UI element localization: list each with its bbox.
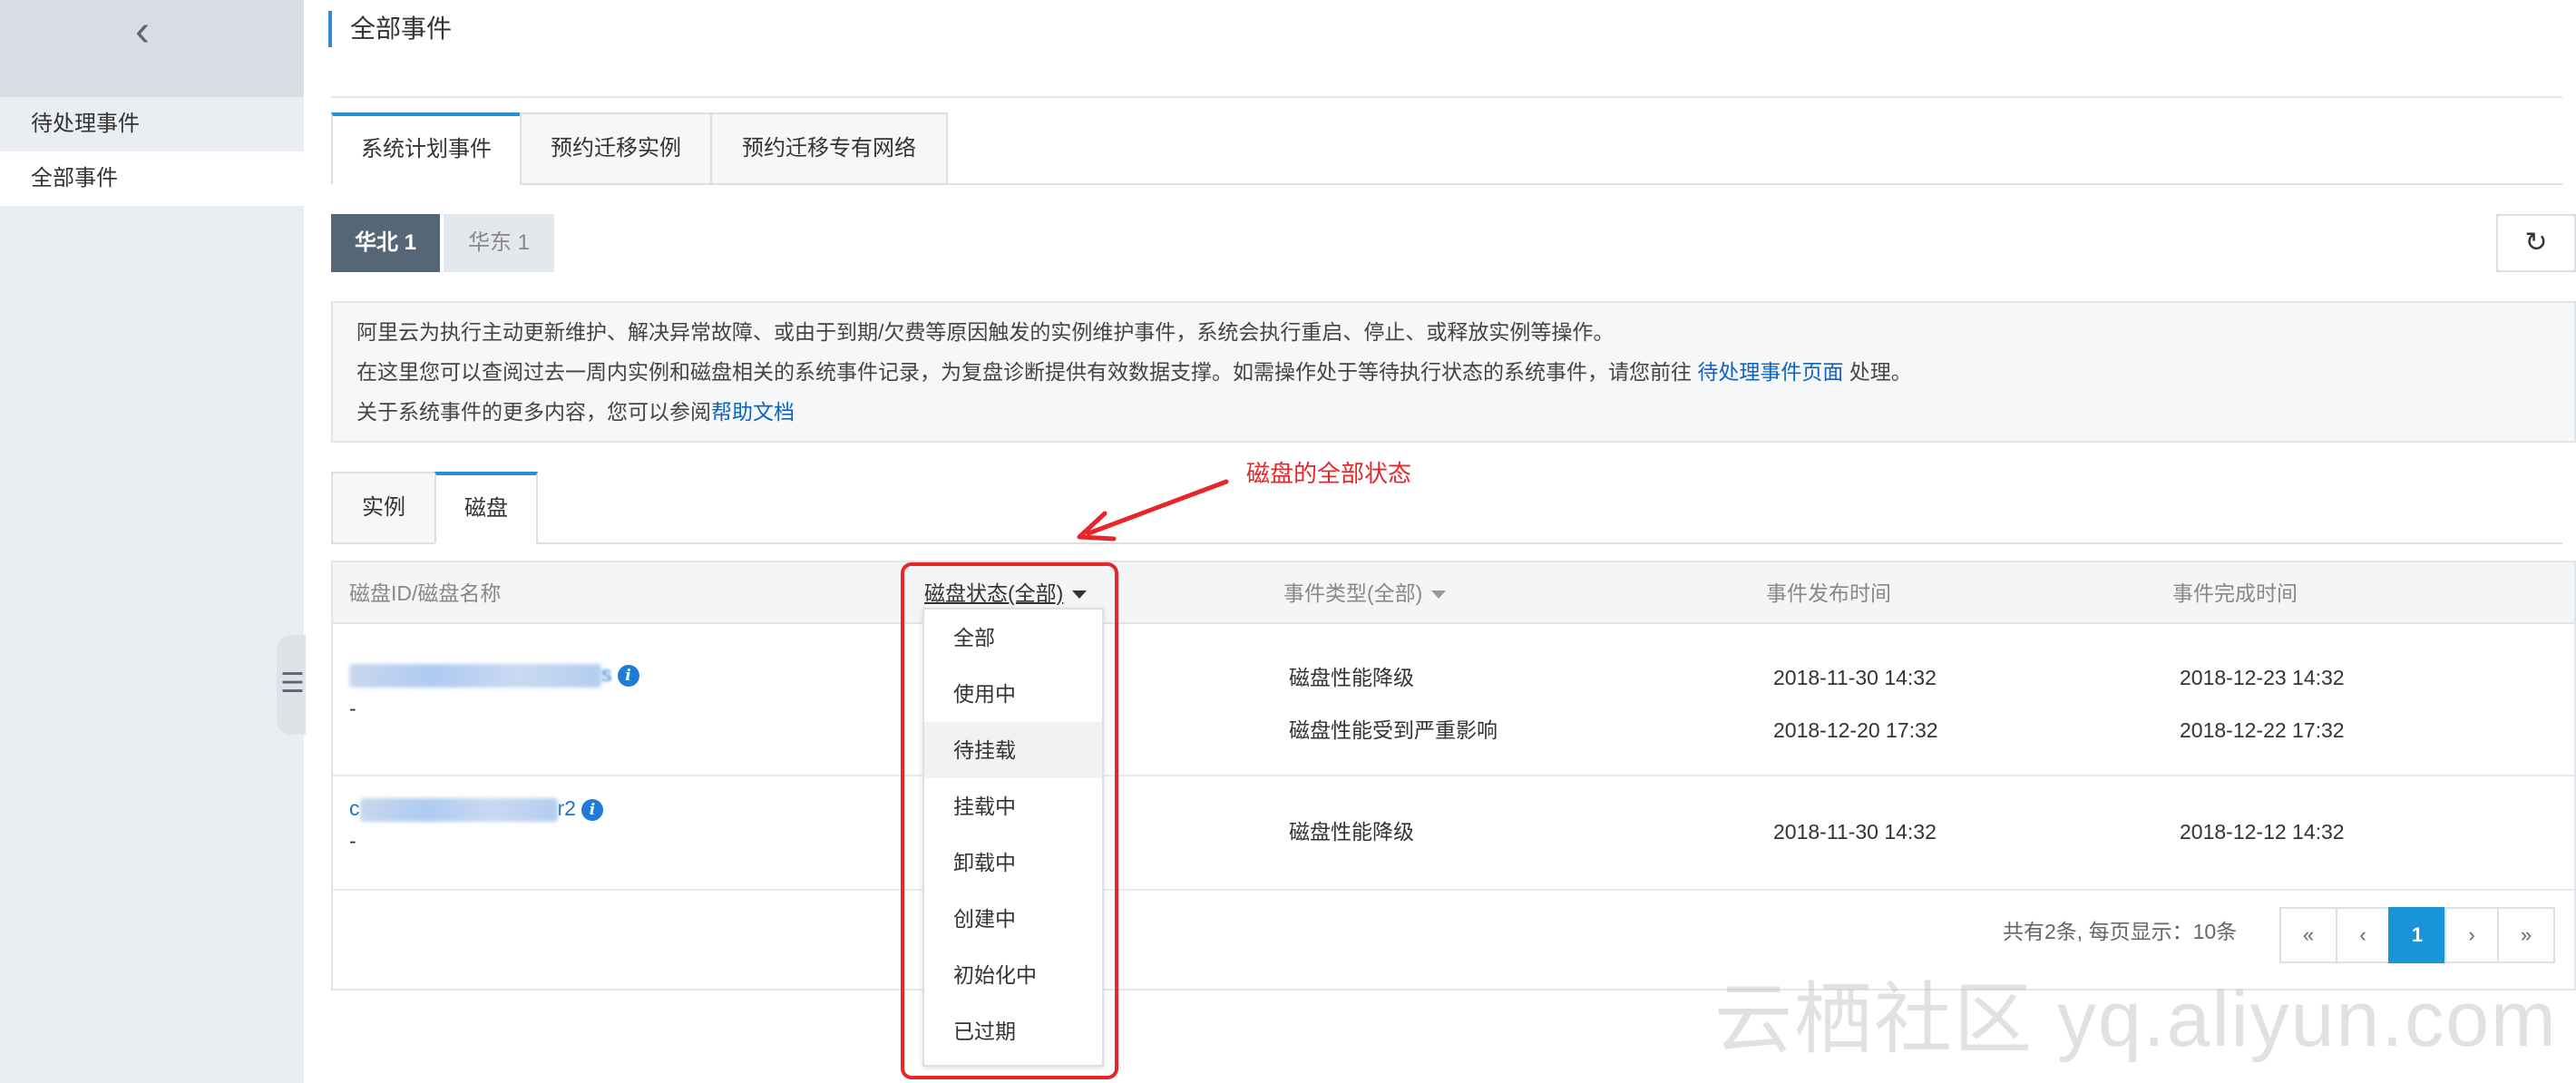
publish-time: 2018-11-30 14:32 xyxy=(1773,666,1937,689)
info-icon[interactable]: i xyxy=(617,664,639,687)
list-toggle-icon[interactable]: ☰ xyxy=(280,670,305,698)
pagination-page-button[interactable]: 1 xyxy=(2388,907,2446,963)
dropdown-option-available[interactable]: 待挂载 xyxy=(924,722,1102,778)
table-header: 磁盘ID/磁盘名称 磁盘状态(全部) 事件类型(全部) 事件发布时间 事件完成时… xyxy=(333,562,2574,624)
caret-down-icon xyxy=(1431,590,1447,600)
dropdown-option-attaching[interactable]: 挂载中 xyxy=(924,778,1102,834)
disk-id-link[interactable]: c r2 i xyxy=(349,795,603,822)
inner-tabs-divider xyxy=(536,542,2562,544)
pending-events-page-link[interactable]: 待处理事件页面 xyxy=(1697,360,1843,384)
sidebar-item-all-events[interactable]: 全部事件 xyxy=(0,151,304,206)
tabs-divider xyxy=(948,183,2562,185)
page-title: 全部事件 xyxy=(328,11,452,47)
region-button-east-china-1[interactable]: 华东 1 xyxy=(444,214,554,272)
event-type: 磁盘性能降级 xyxy=(1289,820,1414,844)
pagination-first-button[interactable]: « xyxy=(2279,907,2337,963)
disk-name: - xyxy=(349,697,356,720)
notice-line-2: 在这里您可以查阅过去一周内实例和磁盘相关的系统事件记录，为复盘诊断提供有效数据支… xyxy=(356,352,2551,392)
console-page: ‹ 待处理事件 全部事件 ☰ 全部事件 系统计划事件 预约迁移实例 预约迁移专有… xyxy=(0,0,2576,1083)
info-notice: 阿里云为执行主动更新维护、解决异常故障、或由于到期/欠费等原因触发的实例维护事件… xyxy=(331,301,2576,443)
tab-system-scheduled-events[interactable]: 系统计划事件 xyxy=(331,112,522,185)
disk-id-link[interactable]: si xyxy=(349,660,639,688)
tab-scheduled-migration-instances[interactable]: 预约迁移实例 xyxy=(520,112,712,185)
event-type: 磁盘性能受到严重影响 xyxy=(1289,718,1498,742)
notice-line-3-text: 关于系统事件的更多内容，您可以参阅 xyxy=(356,400,711,424)
column-finish-time: 事件完成时间 xyxy=(2172,581,2298,605)
table-row: si - 磁盘性能降级 2018-11-30 14:32 2018-12-23 … xyxy=(333,624,2574,776)
refresh-icon: ↻ xyxy=(2524,228,2548,258)
disk-events-table: 磁盘ID/磁盘名称 磁盘状态(全部) 事件类型(全部) 事件发布时间 事件完成时… xyxy=(331,561,2576,990)
disk-status-dropdown: 全部 使用中 待挂载 挂载中 卸载中 创建中 初始化中 已过期 xyxy=(922,608,1104,1067)
redacted-disk-id xyxy=(359,797,558,822)
finish-time: 2018-12-22 17:32 xyxy=(2180,718,2345,742)
info-icon[interactable]: i xyxy=(581,798,603,821)
annotation-label: 磁盘的全部状态 xyxy=(1246,460,1412,487)
publish-time: 2018-12-20 17:32 xyxy=(1773,718,1938,742)
table-row: c r2 i - 磁盘性能降级 2018-11-30 14:32 2018-12-1… xyxy=(333,776,2574,891)
watermark: 云栖社区 yq.aliyun.com xyxy=(1714,976,2558,1063)
disk-id-suffix: s xyxy=(601,662,612,686)
pagination-prev-button[interactable]: ‹ xyxy=(2336,907,2390,963)
notice-line-1: 阿里云为执行主动更新维护、解决异常故障、或由于到期/欠费等原因触发的实例维护事件… xyxy=(356,320,1615,344)
event-type-label: 事件类型(全部) xyxy=(1283,581,1423,605)
disk-id-prefix: c xyxy=(349,796,360,820)
publish-time: 2018-11-30 14:32 xyxy=(1773,820,1937,844)
column-publish-time: 事件发布时间 xyxy=(1766,581,1891,605)
finish-time: 2018-12-12 14:32 xyxy=(2180,820,2345,844)
dropdown-option-initializing[interactable]: 初始化中 xyxy=(924,947,1102,1003)
redacted-disk-id xyxy=(349,663,601,688)
dropdown-option-detaching[interactable]: 卸载中 xyxy=(924,834,1102,891)
sidebar: ‹ 待处理事件 全部事件 xyxy=(0,0,304,1083)
sidebar-header: ‹ xyxy=(0,0,304,97)
disk-id-suffix: r2 xyxy=(557,796,576,820)
event-type: 磁盘性能降级 xyxy=(1289,666,1414,689)
dropdown-option-in-use[interactable]: 使用中 xyxy=(924,666,1102,722)
tab-disks[interactable]: 磁盘 xyxy=(434,472,538,544)
finish-time: 2018-12-23 14:32 xyxy=(2180,666,2345,689)
notice-line-2-end: 处理。 xyxy=(1843,360,1912,384)
disk-name: - xyxy=(349,829,356,853)
tab-instances[interactable]: 实例 xyxy=(331,472,436,544)
notice-line-2-text: 在这里您可以查阅过去一周内实例和磁盘相关的系统事件记录，为复盘诊断提供有效数据支… xyxy=(356,360,1698,384)
dropdown-option-expired[interactable]: 已过期 xyxy=(924,1003,1102,1059)
help-docs-link[interactable]: 帮助文档 xyxy=(711,400,795,424)
refresh-button[interactable]: ↻ xyxy=(2496,214,2576,272)
dropdown-option-all[interactable]: 全部 xyxy=(924,610,1102,666)
sidebar-item-pending-events[interactable]: 待处理事件 xyxy=(0,97,304,151)
column-event-type-filter[interactable]: 事件类型(全部) xyxy=(1283,562,1447,624)
pagination-next-button[interactable]: › xyxy=(2444,907,2499,963)
pagination-last-button[interactable]: » xyxy=(2497,907,2555,963)
header-divider xyxy=(331,96,2562,98)
chevron-left-icon[interactable]: ‹ xyxy=(124,9,161,54)
notice-line-3: 关于系统事件的更多内容，您可以参阅帮助文档 xyxy=(356,392,2551,432)
tab-scheduled-migration-vpc[interactable]: 预约迁移专有网络 xyxy=(710,112,948,185)
column-disk-id: 磁盘ID/磁盘名称 xyxy=(349,581,502,605)
region-button-north-china-1[interactable]: 华北 1 xyxy=(331,214,440,272)
pagination-summary: 共有2条, 每页显示：10条 xyxy=(2003,920,2238,943)
dropdown-option-creating[interactable]: 创建中 xyxy=(924,891,1102,947)
